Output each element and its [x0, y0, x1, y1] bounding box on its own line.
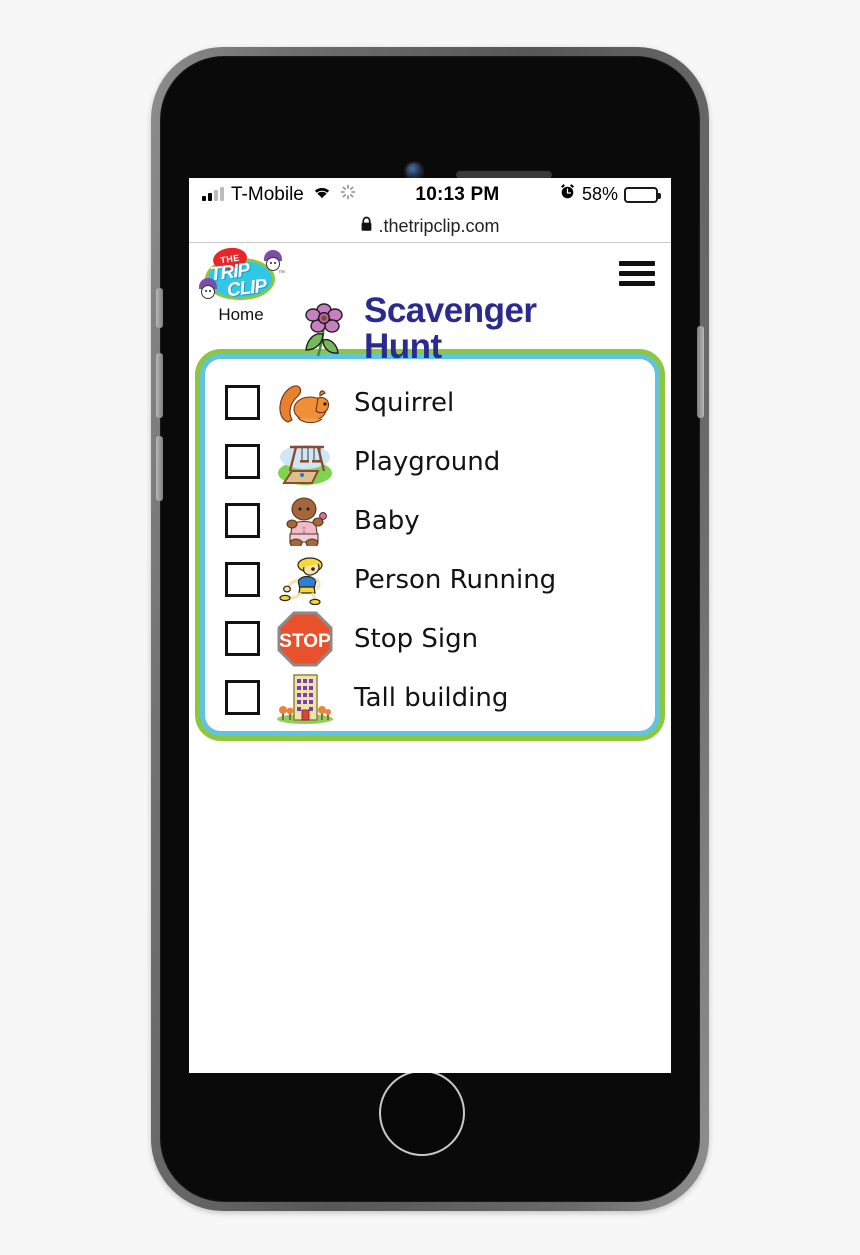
checkbox-playground[interactable] — [225, 444, 260, 479]
carrier-label: T-Mobile — [231, 183, 304, 205]
list-item-label: Person Running — [354, 564, 557, 595]
svg-text:STOP: STOP — [279, 631, 331, 652]
list-item[interactable]: Person Running — [205, 550, 655, 609]
squirrel-icon — [274, 377, 336, 429]
alarm-clock-icon — [559, 183, 576, 206]
baby-icon — [274, 495, 336, 547]
logo-kid-face-right — [263, 250, 283, 272]
list-item[interactable]: STOP Stop Sign — [205, 609, 655, 668]
silent-switch[interactable] — [156, 288, 163, 328]
battery-percent-label: 58% — [581, 184, 618, 204]
list-item[interactable]: Squirrel — [205, 373, 655, 432]
flower-icon — [294, 298, 356, 360]
list-item-label: Stop Sign — [354, 623, 479, 654]
wifi-icon — [311, 184, 333, 206]
browser-url-bar[interactable]: .thetripclip.com — [189, 211, 671, 243]
status-bar-clock: 10:13 PM — [415, 183, 500, 205]
status-bar: T-Mobile 10:13 PM 58% — [189, 178, 671, 211]
checkbox-stop-sign[interactable] — [225, 621, 260, 656]
list-item[interactable]: Baby — [205, 491, 655, 550]
list-item-label: Squirrel — [354, 387, 455, 418]
playground-icon — [274, 436, 336, 488]
battery-icon — [624, 186, 661, 203]
volume-up-button[interactable] — [156, 353, 163, 418]
list-item-label: Playground — [354, 446, 501, 477]
list-item[interactable]: Tall building — [205, 668, 655, 727]
home-button[interactable] — [379, 1070, 465, 1156]
checkbox-baby[interactable] — [225, 503, 260, 538]
tall-building-icon — [274, 672, 336, 724]
checkbox-squirrel[interactable] — [225, 385, 260, 420]
lock-icon — [360, 216, 373, 237]
logo-trademark: ™ — [278, 270, 285, 277]
phone-frame: T-Mobile 10:13 PM 58% .thetripclip.com T… — [151, 47, 709, 1211]
scavenger-hunt-card: Squirrel Playground Baby Person Running … — [195, 349, 665, 741]
power-button[interactable] — [697, 326, 704, 418]
signal-bars-icon — [202, 187, 224, 201]
hamburger-menu-icon[interactable] — [619, 261, 655, 291]
page-title-line2: Hunt — [364, 326, 442, 366]
volume-down-button[interactable] — [156, 436, 163, 501]
list-item-label: Baby — [354, 505, 420, 536]
front-camera-icon — [406, 163, 422, 179]
list-item-label: Tall building — [354, 682, 509, 713]
stop-sign-icon: STOP — [274, 611, 336, 666]
site-header: THE TRIP CLIP ™ Home Scavenger Hunt — [189, 243, 671, 364]
page-title-line1: Scavenger — [364, 291, 537, 330]
list-item[interactable]: Playground — [205, 432, 655, 491]
url-text: .thetripclip.com — [378, 216, 500, 236]
checkbox-tall-building[interactable] — [225, 680, 260, 715]
phone-body: T-Mobile 10:13 PM 58% .thetripclip.com T… — [156, 56, 704, 1202]
status-bar-right: 58% — [559, 183, 661, 206]
scavenger-hunt-list: Squirrel Playground Baby Person Running … — [200, 354, 660, 736]
checkbox-person-running[interactable] — [225, 562, 260, 597]
runner-icon — [274, 554, 336, 606]
status-bar-left: T-Mobile — [202, 184, 356, 206]
spinner-icon — [340, 184, 356, 206]
page-title-row: Scavenger Hunt — [189, 293, 671, 364]
page-title: Scavenger Hunt — [364, 293, 537, 364]
phone-screen: T-Mobile 10:13 PM 58% .thetripclip.com T… — [189, 178, 671, 1073]
